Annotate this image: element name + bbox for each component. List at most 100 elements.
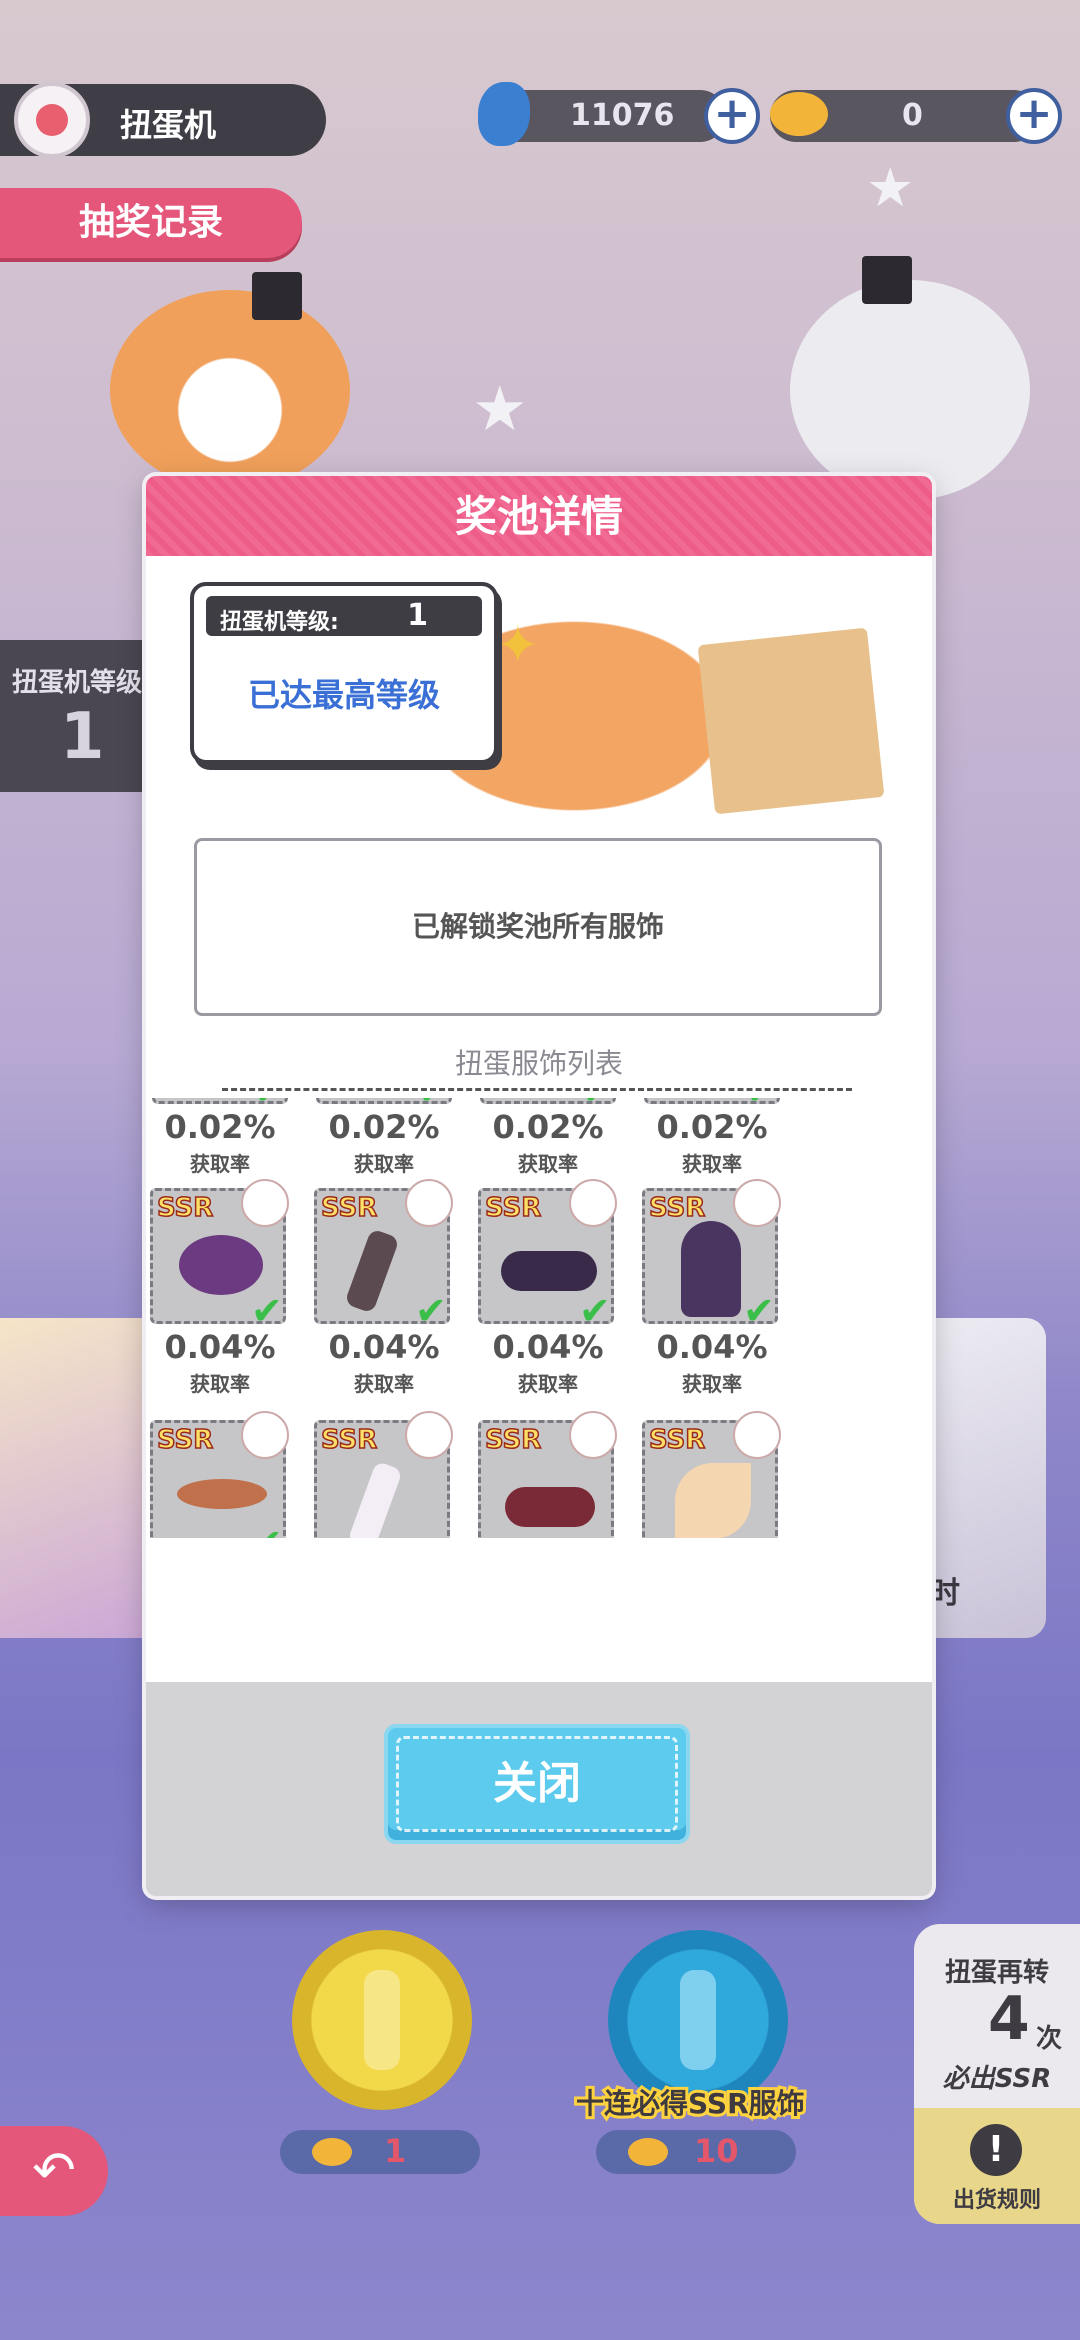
sheep-icon bbox=[733, 1411, 781, 1459]
costume-tile: SSR ✔ bbox=[478, 1179, 617, 1333]
level-card: 扭蛋机等级: 1 已达最高等级 bbox=[190, 582, 498, 764]
rate-value: 0.04% bbox=[328, 1328, 440, 1366]
costume-tile: ✔ bbox=[316, 1098, 455, 1110]
slot-icon bbox=[680, 1970, 716, 2070]
outfit-costume-icon bbox=[681, 1221, 741, 1317]
costume-tile: SSR bbox=[314, 1411, 453, 1538]
gold-fish-icon bbox=[770, 92, 828, 136]
ssr-badge: SSR bbox=[648, 1192, 706, 1224]
side-level-value: 1 bbox=[60, 700, 105, 774]
currency-fish-gold: 0 bbox=[770, 90, 1040, 142]
sheep-icon bbox=[733, 1179, 781, 1227]
side-level-panel: 扭蛋机等级 1 bbox=[0, 640, 170, 792]
draw-record-button[interactable]: 抽奖记录 bbox=[0, 188, 302, 258]
banner-text: 时 bbox=[930, 1576, 960, 1611]
title-bar: 扭蛋机 bbox=[0, 82, 326, 158]
rate-value: 0.04% bbox=[656, 1328, 768, 1366]
top-hat-icon bbox=[862, 256, 912, 304]
rate-label: 获取率 bbox=[190, 1152, 250, 1176]
orange-cat-decoration bbox=[110, 290, 350, 490]
single-draw-cost: 1 bbox=[280, 2130, 480, 2174]
sheep-icon bbox=[405, 1411, 453, 1459]
dialog-title: 奖池详情 bbox=[146, 476, 932, 556]
top-hat-icon bbox=[252, 272, 302, 320]
rate-value: 0.02% bbox=[328, 1108, 440, 1146]
unlock-status-box: 已解锁奖池所有服饰 bbox=[194, 838, 882, 1016]
check-icon: ✔ bbox=[251, 1289, 283, 1333]
star-icon: ★ bbox=[866, 156, 915, 219]
guaranteed-ssr-text: 必出SSR bbox=[942, 2064, 1052, 2094]
rate-label: 获取率 bbox=[682, 1372, 742, 1396]
ssr-badge: SSR bbox=[156, 1192, 214, 1224]
hat-costume-icon bbox=[179, 1235, 263, 1295]
costume-tile: ✔ bbox=[480, 1098, 619, 1110]
gold-fish-icon bbox=[628, 2138, 668, 2166]
costume-tile: ✔ bbox=[644, 1098, 783, 1110]
add-currency1-button[interactable]: + bbox=[704, 88, 760, 144]
rules-button[interactable]: 出货规则 bbox=[914, 2182, 1080, 2214]
check-icon: ✔ bbox=[581, 1098, 619, 1110]
ssr-badge: SSR bbox=[320, 1424, 378, 1456]
rate-label: 获取率 bbox=[518, 1152, 578, 1176]
close-button[interactable]: 关闭 bbox=[384, 1724, 690, 1844]
check-icon: ✔ bbox=[745, 1098, 783, 1110]
rate-label: 获取率 bbox=[190, 1372, 250, 1396]
check-icon: ✔ bbox=[253, 1098, 291, 1110]
ten-draw-cost: 10 bbox=[596, 2130, 796, 2174]
costume-grid[interactable]: ✔ 0.02% 获取率 ✔ 0.02% 获取率 ✔ 0.02% 获取率 ✔ 0.… bbox=[146, 1098, 932, 1538]
level-bar: 扭蛋机等级: 1 bbox=[206, 596, 482, 636]
star-icon: ★ bbox=[472, 372, 528, 445]
single-draw-button[interactable] bbox=[292, 1930, 472, 2110]
costume-tile: SSR bbox=[642, 1411, 781, 1538]
stockings-costume-icon bbox=[344, 1228, 400, 1314]
sheep-icon bbox=[405, 1179, 453, 1227]
ssr-badge: SSR bbox=[484, 1424, 542, 1456]
left-banner-art bbox=[0, 1318, 156, 1638]
page-title: 扭蛋机 bbox=[120, 106, 217, 144]
pity-panel[interactable]: 扭蛋再转 4 次 必出SSR ! 出货规则 bbox=[914, 1924, 1080, 2224]
shoes-costume-icon bbox=[501, 1251, 597, 1291]
rate-value: 0.04% bbox=[164, 1328, 276, 1366]
sheep-icon bbox=[241, 1179, 289, 1227]
ssr-badge: SSR bbox=[484, 1192, 542, 1224]
currency-fish-blue: 11076 bbox=[478, 82, 726, 146]
red-shoes-costume-icon bbox=[505, 1487, 595, 1527]
max-level-text: 已达最高等级 bbox=[247, 676, 440, 714]
costume-tile: SSR ✔ bbox=[150, 1179, 289, 1333]
costume-tile: SSR ✔ bbox=[642, 1179, 781, 1333]
spin-count: 4 bbox=[988, 1984, 1030, 2054]
check-icon: ✔ bbox=[579, 1289, 611, 1333]
sheep-icon bbox=[569, 1411, 617, 1459]
back-button[interactable]: ↶ bbox=[0, 2126, 108, 2216]
costume-tile: SSR ✔ bbox=[314, 1179, 453, 1333]
currency1-value: 11076 bbox=[570, 98, 675, 133]
white-cat-decoration bbox=[790, 280, 1030, 500]
ssr-badge: SSR bbox=[320, 1192, 378, 1224]
rate-value: 0.02% bbox=[656, 1108, 768, 1146]
ssr-badge: SSR bbox=[648, 1424, 706, 1456]
back-arrow-icon: ↶ bbox=[32, 2141, 76, 2201]
wings-costume-icon bbox=[675, 1463, 751, 1538]
costume-tile: SSR bbox=[478, 1411, 617, 1538]
capsule-icon bbox=[14, 82, 90, 158]
check-icon: ✔ bbox=[417, 1098, 455, 1110]
level-label: 扭蛋机等级: bbox=[220, 610, 339, 635]
white-stockings-costume-icon bbox=[347, 1460, 403, 1538]
hairpiece-costume-icon bbox=[177, 1479, 267, 1509]
check-icon: ✔ bbox=[743, 1289, 775, 1333]
sparkle-icon: ✦ bbox=[496, 616, 540, 676]
blue-fish-icon bbox=[478, 82, 530, 146]
costume-list-title: 扭蛋服饰列表 bbox=[454, 1047, 623, 1080]
gold-fish-icon bbox=[312, 2138, 352, 2166]
single-cost-value: 1 bbox=[384, 2132, 407, 2170]
add-currency2-button[interactable]: + bbox=[1006, 88, 1062, 144]
slot-icon bbox=[364, 1970, 400, 2070]
rate-value: 0.04% bbox=[492, 1328, 604, 1366]
check-icon: ✔ bbox=[251, 1524, 289, 1538]
ten-cost-value: 10 bbox=[694, 2132, 739, 2170]
costume-tile: SSR ✔ bbox=[150, 1411, 289, 1538]
check-icon: ✔ bbox=[415, 1289, 447, 1333]
costume-tile: ✔ bbox=[152, 1098, 291, 1110]
rate-label: 获取率 bbox=[682, 1152, 742, 1176]
info-icon: ! bbox=[970, 2124, 1022, 2176]
